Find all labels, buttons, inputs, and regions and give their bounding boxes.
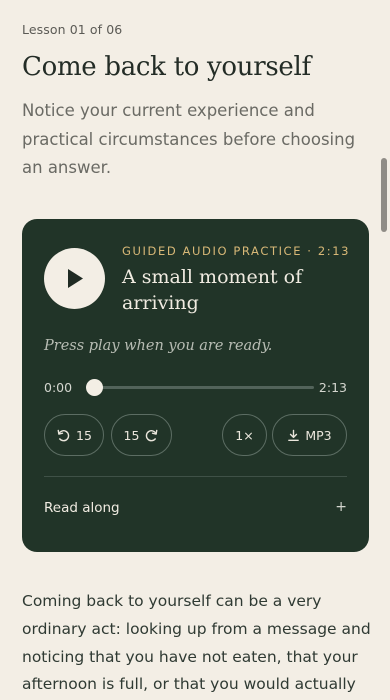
download-label: MP3 [305, 427, 332, 443]
lesson-progress: Lesson 01 of 06 [22, 22, 123, 37]
read-along-label: Read along [44, 500, 120, 516]
download-icon [288, 429, 300, 441]
download-mp3-button[interactable]: MP3 [272, 414, 347, 456]
lesson-body-paragraph: Coming back to yourself can be a very or… [22, 592, 371, 694]
rewind-15-button[interactable]: 15 [44, 414, 104, 456]
forward-15-icon [146, 429, 158, 441]
scrollbar[interactable] [381, 158, 387, 232]
play-button[interactable] [44, 248, 105, 309]
card-divider [44, 476, 347, 477]
progress-slider[interactable] [85, 379, 314, 396]
current-time: 0:00 [44, 380, 73, 395]
lesson-page: Lesson 01 of 06 Come back to yourself No… [0, 0, 390, 700]
rewind-15-icon [57, 429, 70, 441]
lesson-intro: Notice your current experience and pract… [22, 101, 356, 177]
total-time: 2:13 [318, 380, 347, 395]
plus-icon: + [335, 499, 347, 515]
speed-button[interactable]: 1× [222, 414, 267, 456]
audio-player-card: GUIDED AUDIO PRACTICE · 2:13 A small mom… [22, 219, 369, 552]
page-title: Come back to yourself [22, 52, 311, 82]
forward-15-button[interactable]: 15 [111, 414, 172, 456]
progress-thumb[interactable] [85, 379, 103, 396]
forward-label: 15 [123, 427, 140, 443]
play-icon [68, 269, 83, 288]
speed-label: 1× [235, 427, 254, 443]
player-status: Press play when you are ready. [44, 338, 273, 354]
read-along-toggle[interactable]: Read along + [44, 491, 347, 527]
practice-title: A small moment of arriving [122, 266, 303, 314]
practice-label: GUIDED AUDIO PRACTICE · 2:13 [122, 244, 351, 258]
rewind-label: 15 [76, 427, 92, 443]
